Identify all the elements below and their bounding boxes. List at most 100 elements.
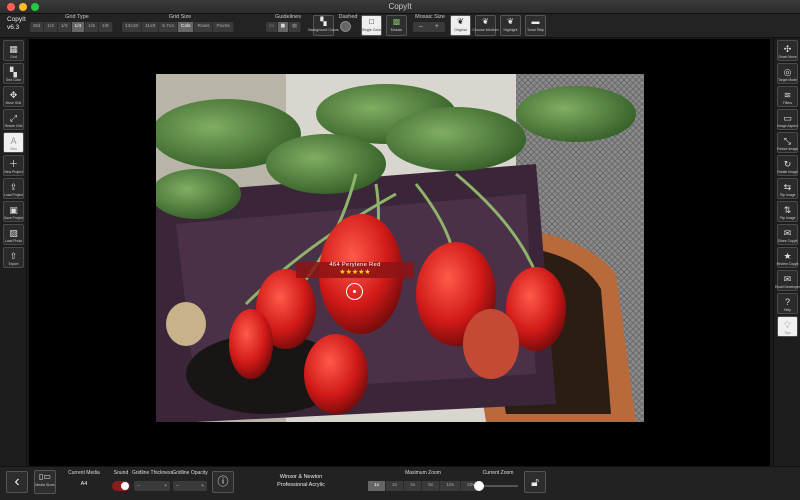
grid-size-option[interactable]: Points xyxy=(213,22,234,32)
right-review-copyit-button[interactable]: ★ Review CopyIt xyxy=(777,247,798,268)
grid-size-option[interactable]: 11x8 xyxy=(142,22,160,32)
dashed-toggle[interactable] xyxy=(340,21,351,32)
grid-size-option[interactable]: 13x18 xyxy=(122,22,143,32)
grid-type-option[interactable]: Std xyxy=(30,22,45,32)
gridline-thickness-minus[interactable]: – xyxy=(137,481,140,491)
match-rating-stars: ★★★★★ xyxy=(339,269,371,276)
right-rotate-image-button[interactable]: ↻ Rotate Image xyxy=(777,155,798,176)
mosaic-size-minus[interactable]: – xyxy=(419,22,423,32)
right-share-copyit-button[interactable]: ✉ Share CopyIt xyxy=(777,224,798,245)
mosaic-button[interactable]: ▩ Mosaic xyxy=(386,15,407,36)
guideline-none-icon[interactable]: ▭ xyxy=(266,22,278,32)
guideline-fine-icon[interactable]: ▤ xyxy=(289,22,301,32)
left-grid-color-button[interactable]: ▚ Grid Color xyxy=(3,63,24,84)
sidebar-button-label: New Project xyxy=(4,170,23,174)
grid-type-option[interactable]: 1/4 xyxy=(71,22,86,32)
chevron-left-icon: ‹ xyxy=(14,473,20,490)
highlight-button[interactable]: ❦ Highlight xyxy=(500,15,521,36)
sidebar-button-label: Load Photo xyxy=(4,239,23,243)
current-zoom-knob[interactable] xyxy=(474,481,484,491)
right-smart-move-button[interactable]: ✣ Smart Move xyxy=(777,40,798,61)
flip-v-icon: ⇅ xyxy=(783,205,792,215)
resize-image-icon: ⤡ xyxy=(783,136,792,146)
gridline-opacity-minus[interactable]: – xyxy=(176,481,179,491)
sidebar-button-label: Load Project xyxy=(3,193,24,197)
right-image-aspect-button[interactable]: ▭ Image Aspect xyxy=(777,109,798,130)
grid-size-selector[interactable]: 13x18 11x8 6.7x4 Cols Rows Points xyxy=(122,22,234,32)
right-email-developer-button[interactable]: ✉ Email Developer xyxy=(775,270,800,291)
target-icon: ◎ xyxy=(783,67,792,77)
grid-type-option[interactable]: 1/6 xyxy=(85,22,99,32)
background-colors-button[interactable]: ▚ Background Colors xyxy=(308,15,339,36)
left-export-button[interactable]: ⇧ Export xyxy=(3,247,24,268)
mosaic-size-stepper[interactable]: – + xyxy=(413,22,445,32)
left-grid-button[interactable]: ▦ Grid xyxy=(3,40,24,61)
unlock-icon: 🔓︎ xyxy=(531,475,539,489)
left-save-project-button[interactable]: ▣ Save Project xyxy=(3,201,24,222)
reference-photo[interactable] xyxy=(156,74,644,422)
probe-center-dot xyxy=(353,290,356,293)
choose-medium-label: Choose Medium xyxy=(472,28,499,32)
gridline-opacity-stepper[interactable]: – + xyxy=(173,481,207,491)
max-zoom-option[interactable]: 5x xyxy=(422,481,441,491)
left-move-grid-button[interactable]: ✥ Move Grid xyxy=(3,86,24,107)
grid-size-option[interactable]: Cols xyxy=(177,22,195,32)
grid-size-option[interactable]: Rows xyxy=(194,22,214,32)
right-flip-image-button[interactable]: ⇆ Flip Image xyxy=(777,178,798,199)
max-zoom-option[interactable]: 2x xyxy=(386,481,405,491)
media-sizes-button[interactable]: ▯▭ Media Sizes xyxy=(34,470,56,494)
right-tips-button[interactable]: 💡︎ Tips xyxy=(777,316,798,337)
color-probe-target[interactable] xyxy=(346,283,363,300)
single-color-label: Single Color xyxy=(361,28,382,32)
media-sizes-icon: ▯▭ xyxy=(39,472,51,481)
info-button[interactable]: ⓘ xyxy=(212,471,234,493)
right-target-mode-button[interactable]: ◎ Target Mode xyxy=(777,63,798,84)
sound-toggle-knob xyxy=(121,482,129,490)
single-color-button[interactable]: □ Single Color xyxy=(361,15,382,36)
email-icon: ✉ xyxy=(783,274,792,284)
sidebar-button-label: Email Developer xyxy=(775,285,800,289)
left-resize-grid-button[interactable]: ⤢ Resize Grid xyxy=(3,109,24,130)
gridline-thickness-stepper[interactable]: – + xyxy=(134,481,170,491)
grid-type-selector[interactable]: Std 1/2 1/3 1/4 1/6 1/8 xyxy=(30,22,113,32)
current-zoom-track[interactable] xyxy=(478,485,518,487)
right-flip-image-button[interactable]: ⇅ Flip Image xyxy=(777,201,798,222)
sidebar-button-label: Export xyxy=(8,262,19,266)
share-icon: ⇧ xyxy=(9,251,18,261)
sound-toggle[interactable] xyxy=(112,481,130,491)
maximum-zoom-selector[interactable]: 1x 2x 3x 5x 10x 20x xyxy=(368,481,482,491)
sidebar-button-label: Smart Move xyxy=(778,55,797,59)
left-ditto-button[interactable]: A Ditto xyxy=(3,132,24,153)
sidebar-button-label: Rotate Image xyxy=(777,170,798,174)
photo-icon: ▨ xyxy=(9,228,18,238)
sidebar-button-label: Resize Image xyxy=(777,147,798,151)
left-new-project-button[interactable]: ＋ New Project xyxy=(3,155,24,176)
right-help-button[interactable]: ? Help xyxy=(777,293,798,314)
choose-medium-button[interactable]: ❦ Choose Medium xyxy=(472,15,499,36)
max-zoom-option[interactable]: 3x xyxy=(404,481,423,491)
left-load-photo-button[interactable]: ▨ Load Photo xyxy=(3,224,24,245)
right-resize-image-button[interactable]: ⤡ Resize Image xyxy=(777,132,798,153)
back-button[interactable]: ‹ xyxy=(6,471,28,493)
app-name-version: CopyIt v6.3 xyxy=(7,16,26,32)
leaf-icon: ❦ xyxy=(457,17,464,26)
current-zoom-label: Current Zoom xyxy=(482,470,514,476)
right-filters-button[interactable]: ≋ Filters xyxy=(777,86,798,107)
guidelines-label: Guidelines xyxy=(275,14,301,20)
sidebar-button-label: Filters xyxy=(782,101,793,105)
gridline-thickness-plus[interactable]: + xyxy=(164,481,167,491)
grid-type-option[interactable]: 1/3 xyxy=(58,22,72,32)
left-load-project-button[interactable]: ⇪ Load Project xyxy=(3,178,24,199)
mosaic-size-plus[interactable]: + xyxy=(435,22,439,32)
gridline-opacity-plus[interactable]: + xyxy=(201,481,204,491)
grid-type-option[interactable]: 1/2 xyxy=(44,22,58,32)
guideline-grid-icon[interactable]: ▦ xyxy=(277,22,290,32)
max-zoom-option[interactable]: 1x xyxy=(368,481,387,491)
grid-size-option[interactable]: 6.7x4 xyxy=(159,22,178,32)
unlock-button[interactable]: 🔓︎ xyxy=(524,471,546,493)
grid-type-option[interactable]: 1/8 xyxy=(99,22,113,32)
guidelines-selector[interactable]: ▭ ▦ ▤ xyxy=(266,22,301,32)
max-zoom-option[interactable]: 10x xyxy=(440,481,462,491)
original-button[interactable]: ❦ Original xyxy=(450,15,471,36)
tonal-strip-button[interactable]: ▬ Tonal Strip xyxy=(525,15,546,36)
